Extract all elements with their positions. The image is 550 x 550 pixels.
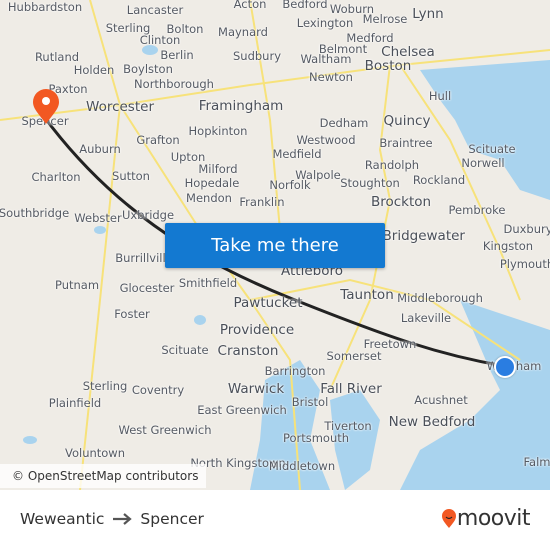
town-label: Lynn: [412, 6, 444, 22]
town-label: Bedford: [282, 0, 328, 11]
town-label: Medfield: [272, 147, 322, 161]
town-label: Northborough: [134, 77, 214, 91]
town-label: Duxbury: [503, 222, 550, 236]
destination-pin-icon[interactable]: [31, 88, 61, 126]
town-label: Lancaster: [126, 3, 184, 17]
town-label: Newton: [309, 70, 353, 84]
town-label: Portsmouth: [282, 431, 350, 445]
town-label: Clinton: [139, 33, 181, 47]
origin-marker[interactable]: [494, 356, 516, 378]
footer: Weweantic Spencer moovit: [0, 490, 550, 550]
town-label: Lexington: [296, 16, 354, 30]
town-label: Taunton: [340, 287, 394, 303]
town-label: Maynard: [218, 25, 268, 39]
town-label: Acushnet: [414, 393, 468, 407]
town-label: Hubbardston: [7, 0, 83, 14]
town-label: Quincy: [383, 113, 431, 129]
town-label: Hopkinton: [188, 124, 248, 138]
town-label: Falm: [523, 455, 550, 469]
town-label: Middletown: [268, 459, 336, 473]
town-label: Scituate: [468, 142, 516, 156]
town-label: Putnam: [54, 278, 100, 292]
town-label: Cranston: [217, 343, 279, 359]
town-label: Scituate: [161, 343, 209, 357]
town-label: Webster: [74, 211, 122, 225]
town-label: Auburn: [79, 142, 121, 156]
town-label: Westwood: [296, 133, 356, 147]
town-label: Warwick: [227, 381, 285, 397]
arrow-right-icon: [113, 513, 133, 525]
town-label: Franklin: [239, 195, 285, 209]
town-label: Providence: [219, 322, 295, 338]
town-label: Barrington: [264, 364, 326, 378]
town-label: Plymouth: [499, 257, 550, 271]
town-label: Worcester: [86, 99, 154, 115]
town-label: Foster: [114, 307, 150, 321]
town-label: Milford: [198, 162, 238, 176]
town-label: Grafton: [136, 133, 180, 147]
town-label: Sutton: [112, 169, 150, 183]
town-label: Sterling: [82, 379, 128, 393]
town-label: East Greenwich: [197, 403, 287, 417]
town-label: Charlton: [31, 170, 81, 184]
town-label: Rockland: [412, 173, 466, 187]
town-label: Fall River: [320, 381, 382, 397]
town-label: Glocester: [119, 281, 175, 295]
town-label: Holden: [73, 63, 115, 77]
town-label: Voluntown: [64, 446, 126, 460]
town-label: Hopedale: [184, 176, 240, 190]
origin-name: Weweantic: [20, 510, 105, 528]
town-label: Middleborough: [397, 291, 483, 305]
town-label: Lakeville: [400, 311, 452, 325]
town-label: Randolph: [364, 158, 420, 172]
moovit-logo[interactable]: moovit: [441, 506, 531, 531]
town-label: Acton: [233, 0, 267, 11]
town-label: New Bedford: [388, 414, 476, 430]
town-label: Plainfield: [48, 396, 102, 410]
town-label: Brockton: [370, 194, 432, 210]
town-label: Mendon: [186, 191, 232, 205]
town-label: Smithfield: [178, 276, 238, 290]
town-label: Coventry: [131, 383, 185, 397]
map-attribution[interactable]: © OpenStreetMap contributors: [0, 464, 207, 488]
town-label: Uxbridge: [121, 208, 175, 222]
town-label: Hull: [428, 89, 452, 103]
town-label: Pembroke: [448, 203, 506, 217]
town-label: West Greenwich: [118, 423, 212, 437]
town-label: Pawtucket: [233, 295, 303, 311]
town-label: Boylston: [123, 62, 173, 76]
moovit-pin-icon: [441, 508, 456, 528]
town-label: Kingston: [482, 239, 534, 253]
town-label: Bristol: [291, 395, 329, 409]
town-label: Braintree: [379, 136, 433, 150]
town-label: Boston: [364, 58, 412, 74]
town-label: Norfolk: [269, 178, 311, 192]
take-me-there-button[interactable]: Take me there: [165, 223, 385, 268]
town-label: Waltham: [300, 52, 352, 66]
town-label: Melrose: [362, 12, 408, 26]
town-label: Dedham: [319, 116, 369, 130]
town-label: Southbridge: [0, 206, 70, 220]
brand-name: moovit: [456, 506, 531, 531]
town-label: Framingham: [198, 98, 284, 114]
town-label: Rutland: [34, 50, 80, 64]
map[interactable]: Hubbardston Lancaster Acton Bedford Woburn Me…: [0, 0, 550, 490]
town-label: Somerset: [326, 349, 382, 363]
town-label: Sudbury: [232, 49, 282, 63]
town-label: Norwell: [461, 156, 505, 170]
destination-name: Spencer: [140, 510, 204, 528]
route-label: Weweantic Spencer: [20, 510, 204, 528]
town-label: Stoughton: [340, 176, 400, 190]
town-label: Berlin: [160, 48, 194, 62]
